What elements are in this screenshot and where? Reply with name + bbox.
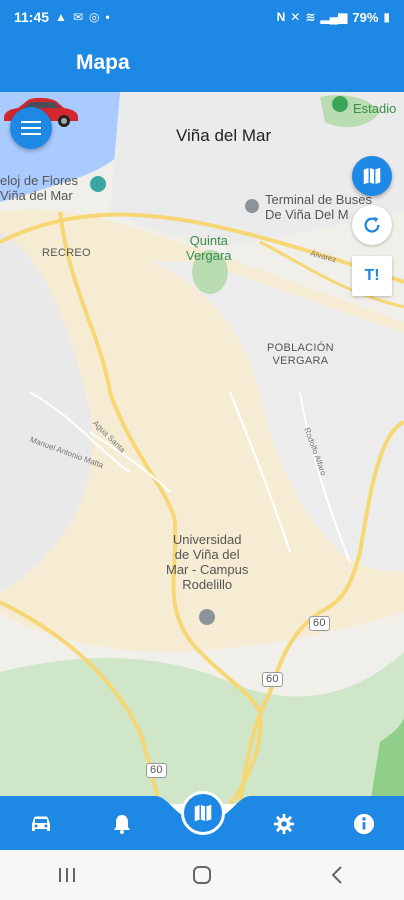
signal-app-icon: ✉ (72, 10, 83, 24)
gear-icon (273, 813, 295, 835)
status-bar: 11:45 ▲ ✉ ◎ • N ✕ ≋ ▂▄▆ 79% ▮ (0, 0, 404, 34)
traffic-button[interactable]: T! (352, 256, 392, 296)
map-view[interactable]: Viña del Mar Estadio eloj de Flores Viña… (0, 92, 404, 804)
menu-icon (21, 121, 41, 135)
map-label-universidad-line3: Mar - Campus (166, 561, 249, 577)
route-badge-60b: 60 (262, 672, 283, 687)
car-nav-icon (32, 816, 50, 831)
mute-icon: ✕ (290, 10, 301, 24)
refresh-icon (364, 216, 380, 233)
battery-text: 79% (352, 9, 379, 25)
dot-icon: • (105, 10, 110, 24)
map-label-poblacion: POBLACIÓN VERGARA (267, 342, 334, 367)
nav-info[interactable] (349, 810, 379, 838)
bell-icon (114, 815, 130, 834)
cell-signal-icon: ▂▄▆ (320, 10, 348, 24)
map-type-button[interactable] (352, 156, 392, 196)
back-icon (331, 866, 342, 884)
map-label-poblacion-line1: POBLACIÓN (267, 342, 334, 354)
home-button[interactable] (182, 860, 222, 890)
map-label-poblacion-line2: VERGARA (272, 354, 329, 367)
page-title: Mapa (76, 51, 130, 74)
sync-icon: ◎ (89, 10, 100, 24)
notification-icon: ▲ (55, 10, 67, 24)
nav-map[interactable] (181, 791, 225, 835)
home-icon (192, 866, 211, 884)
map-label-reloj-line2: Viña del Mar (0, 187, 73, 203)
map-label-universidad-line2: de Viña del (174, 546, 240, 562)
status-right: N ✕ ≋ ▂▄▆ 79% ▮ (277, 10, 390, 25)
battery-icon: ▮ (383, 10, 390, 24)
status-time: 11:45 (14, 9, 50, 25)
map-label-quinta: Quinta Vergara (186, 233, 232, 264)
menu-button[interactable] (10, 107, 52, 149)
map-label-universidad: Universidad de Viña del Mar - Campus Rod… (166, 532, 249, 593)
refresh-button[interactable] (352, 205, 392, 245)
system-nav-bar (0, 850, 404, 900)
map-label-universidad-line4: Rodelillo (182, 576, 233, 592)
nfc-icon: N (276, 10, 286, 24)
map-label-terminal-line1: Terminal de Buses (265, 192, 372, 207)
map-label-city: Viña del Mar (176, 126, 272, 145)
nav-settings[interactable] (269, 810, 299, 838)
status-left: 11:45 ▲ ✉ ◎ • (14, 9, 110, 25)
map-label-quinta-line2: Vergara (186, 247, 232, 263)
map-label-recreo: RECREO (42, 247, 91, 259)
map-label-universidad-line1: Universidad (172, 532, 242, 547)
recent-apps-button[interactable] (47, 860, 87, 890)
app-bar: Mapa (0, 34, 404, 92)
nav-notifications[interactable] (107, 810, 137, 838)
recent-apps-icon (59, 868, 76, 882)
map-label-estadio: Estadio (353, 101, 397, 116)
map-icon (363, 167, 381, 185)
route-badge-60a: 60 (309, 616, 330, 631)
map-nav-icon (194, 804, 212, 822)
map-label-quinta-line1: Quinta (189, 233, 228, 248)
map-label-reloj: eloj de Flores Viña del Mar (0, 173, 79, 204)
route-badge-60c: 60 (146, 763, 167, 778)
info-icon (353, 813, 375, 835)
nav-vehicle[interactable] (26, 810, 56, 838)
back-button[interactable] (317, 860, 357, 890)
wifi-icon: ≋ (305, 10, 316, 24)
map-label-reloj-line1: eloj de Flores (0, 173, 79, 188)
